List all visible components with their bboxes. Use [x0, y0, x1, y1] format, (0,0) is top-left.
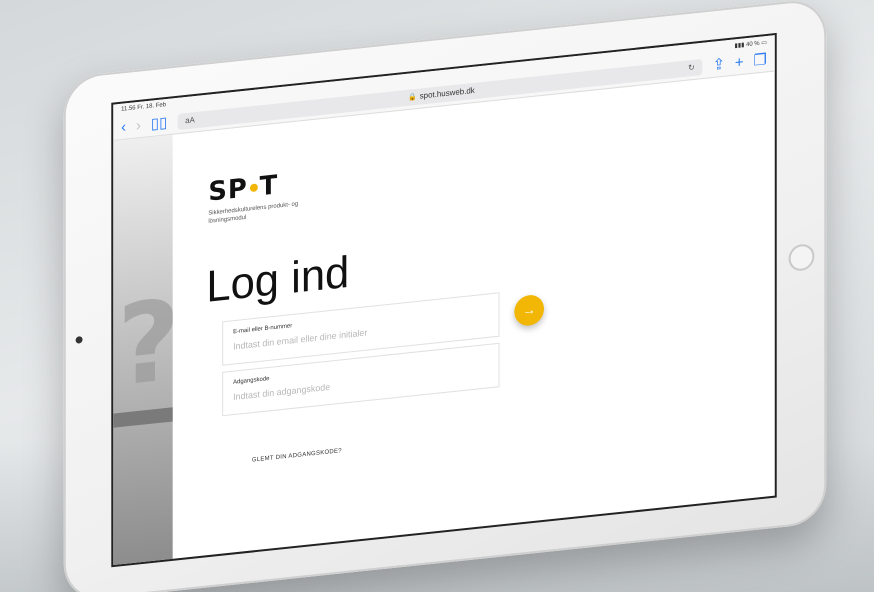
tabs-icon[interactable]: ❐ [754, 51, 767, 70]
photo-question-mark: ? [117, 275, 173, 412]
login-page: ? SP T Sikkerhedskulturelens produkt- og… [113, 72, 774, 568]
text-size-button[interactable]: aA [185, 115, 195, 125]
sidebar-photo: ? [113, 134, 173, 568]
new-tab-icon[interactable]: + [735, 54, 744, 72]
spot-logo: SP T [208, 170, 278, 208]
share-icon[interactable]: ⇪ [713, 56, 725, 74]
battery-indicator: ▮▮▮ 40 % ▭ [735, 39, 767, 49]
url-display: 🔒 spot.husweb.dk [408, 86, 475, 102]
scene: 11.56 Fr. 18. Feb ▮▮▮ 40 % ▭ ‹ › ▯▯ aA 🔒 [0, 0, 874, 592]
logo-text-right: T [259, 170, 279, 203]
logo-dot [249, 183, 258, 193]
reload-icon[interactable]: ↻ [688, 63, 695, 73]
signal-icon: ▮▮▮ [734, 41, 745, 49]
lock-icon: 🔒 [408, 93, 417, 102]
tablet-screen: 11.56 Fr. 18. Feb ▮▮▮ 40 % ▭ ‹ › ▯▯ aA 🔒 [111, 32, 777, 568]
page-title: Log ind [206, 247, 350, 312]
bookmarks-icon[interactable]: ▯▯ [151, 114, 167, 133]
home-button[interactable] [788, 243, 815, 273]
forgot-password-link[interactable]: GLEMT DIN ADGANGSKODE? [252, 448, 342, 463]
logo-text-left: SP [208, 173, 248, 208]
status-time: 11.56 [121, 105, 136, 113]
url-text: spot.husweb.dk [419, 85, 475, 101]
forward-icon[interactable]: › [136, 117, 141, 135]
submit-button[interactable]: → [514, 293, 545, 328]
status-date: Fr. 18. Feb [137, 102, 167, 112]
battery-level: 40 % [746, 40, 760, 48]
back-icon[interactable]: ‹ [121, 118, 126, 136]
battery-icon: ▭ [761, 39, 767, 47]
tablet-device: 11.56 Fr. 18. Feb ▮▮▮ 40 % ▭ ‹ › ▯▯ aA 🔒 [63, 0, 827, 592]
arrow-right-icon: → [522, 301, 536, 319]
camera [75, 336, 83, 344]
